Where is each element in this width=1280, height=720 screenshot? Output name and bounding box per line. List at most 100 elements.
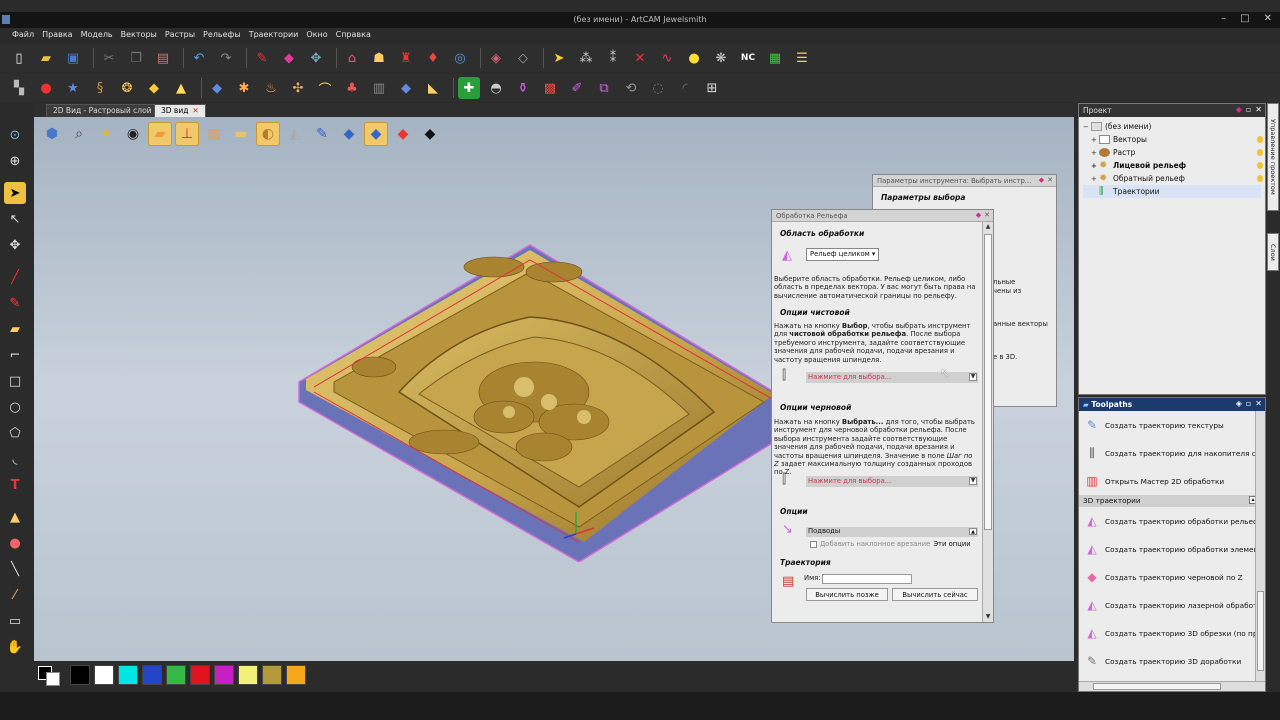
texture-icon[interactable]: ❂ [116, 77, 138, 99]
dialog-close-icon[interactable]: ✕ [984, 211, 990, 219]
save-icon[interactable]: ▣ [62, 47, 84, 69]
swatch-orange[interactable] [286, 665, 306, 685]
create-z-roughing[interactable]: ◆ Создать траекторию черновой по Z [1079, 563, 1265, 591]
tree-item-front-relief[interactable]: + ✹ Лицевой рельеф [1083, 159, 1263, 172]
axis-icon[interactable]: ⊥ [175, 122, 199, 146]
swatch-red[interactable] [190, 665, 210, 685]
close-icon[interactable]: ✕ [1264, 13, 1272, 24]
toolpaths-vertical-scrollbar[interactable] [1255, 411, 1265, 683]
nc-icon[interactable]: NC [737, 47, 759, 69]
slice-icon[interactable]: ◭ [283, 122, 307, 146]
tree-item-bitmap[interactable]: + Растр [1083, 146, 1263, 159]
visibility-bulb-icon[interactable] [1257, 149, 1263, 156]
node-edit-icon[interactable]: ➤ [548, 47, 570, 69]
eraser-icon[interactable]: ◆ [278, 47, 300, 69]
scroll-down-icon[interactable]: ▼ [984, 613, 992, 621]
material-icon[interactable]: ▬ [229, 122, 253, 146]
pin-icon[interactable]: ◆ [1236, 105, 1242, 114]
relief-blend-icon[interactable]: ❋ [710, 47, 732, 69]
zoom-icon[interactable]: ⌕ [67, 122, 91, 146]
fillet-icon[interactable]: ◜ [674, 77, 696, 99]
eye-icon[interactable]: ◉ [121, 122, 145, 146]
menu-window[interactable]: Окно [302, 28, 331, 42]
dark-plane-icon[interactable]: ◆ [418, 122, 442, 146]
arc-tool-icon[interactable]: ◟ [4, 448, 26, 470]
brush-icon[interactable]: ✐ [566, 77, 588, 99]
wrap-icon[interactable]: ♣ [341, 77, 363, 99]
pin-icon[interactable]: ◆ [976, 211, 981, 219]
edit-pencil-icon[interactable]: ✎ [251, 47, 273, 69]
swatch-green[interactable] [166, 665, 186, 685]
tree-item-vectors[interactable]: + Векторы [1083, 133, 1263, 146]
menu-model[interactable]: Модель [77, 28, 117, 42]
node-arrow-icon[interactable]: ↖ [4, 208, 26, 230]
tab-2d-view[interactable]: 2D Вид - Растровый слой [46, 104, 159, 117]
undo-icon[interactable]: ↶ [188, 47, 210, 69]
cube-view-icon[interactable]: ⬢ [40, 122, 64, 146]
eraser-tool-icon[interactable]: ▭ [4, 610, 26, 632]
snap-icon[interactable]: ⊞ [701, 77, 723, 99]
pin-icon[interactable]: ◈ [1236, 399, 1242, 408]
tab-close-icon[interactable]: ✕ [192, 106, 198, 115]
layers-icon[interactable]: ☰ [791, 47, 813, 69]
rough-tool-select[interactable]: Нажмите для выбора... ▼ [806, 476, 978, 487]
relief-dialog-scrollbar[interactable]: ▲ ▼ [982, 222, 993, 622]
select-arrow-icon[interactable]: ➤ [4, 182, 26, 204]
create-3d-rest-machining[interactable]: ✎ Создать траекторию 3D доработки [1079, 647, 1265, 675]
create-laser-machining[interactable]: ◭ Создать траекторию лазерной обработки [1079, 591, 1265, 619]
float-icon[interactable]: ▫ [1246, 399, 1251, 408]
visibility-bulb-icon[interactable] [1257, 175, 1263, 182]
shop-icon[interactable]: ⌂ [341, 47, 363, 69]
light-icon[interactable]: ✦ [94, 122, 118, 146]
menu-toolpaths[interactable]: Траектории [245, 28, 303, 42]
swatch-yellow[interactable] [238, 665, 258, 685]
sculpt-icon[interactable]: ✱ [233, 77, 255, 99]
polygon-icon[interactable]: ⬠ [4, 422, 26, 444]
create-drill-toolpath[interactable]: ⫼ Создать траекторию для накопителя свер… [1079, 439, 1265, 467]
globe-icon[interactable]: ⊕ [4, 150, 26, 172]
collapse-icon[interactable]: ▲ [969, 528, 977, 535]
merge-icon[interactable]: ⧉ [593, 77, 615, 99]
approach-bar[interactable]: Подводы ▲ [806, 527, 978, 537]
open-2d-wizard[interactable]: ▥ Открыть Мастер 2D обработки [1079, 467, 1265, 495]
polyline-icon[interactable]: ⌐ [4, 344, 26, 366]
chevron-down-icon[interactable]: ▼ [969, 373, 977, 381]
ungroup-icon[interactable]: ⁑ [602, 47, 624, 69]
side-tab-project[interactable]: Управление проектом [1267, 103, 1279, 211]
create-3d-profile-cut[interactable]: ◭ Создать траекторию 3D обрезки (по проф… [1079, 619, 1265, 647]
bowl-icon[interactable]: ◓ [485, 77, 507, 99]
scroll-up-icon[interactable]: ▲ [984, 223, 992, 231]
paint-brush-icon[interactable]: ✎ [4, 292, 26, 314]
float-icon[interactable]: ▫ [1246, 105, 1251, 114]
group-icon[interactable]: ⁂ [575, 47, 597, 69]
drop-tool-icon[interactable]: ● [4, 532, 26, 554]
toolpath-show-icon[interactable]: ▧ [202, 122, 226, 146]
add-plus-icon[interactable]: ✚ [458, 77, 480, 99]
create-feature-machining[interactable]: ◭ Создать траекторию обработки элементов [1079, 535, 1265, 563]
tree-item-root[interactable]: − (без имени) [1083, 120, 1261, 133]
visibility-bulb-icon[interactable] [1257, 162, 1263, 169]
red-plane-icon[interactable]: ◆ [391, 122, 415, 146]
section-3d-toolpaths[interactable]: 3D траектории ▴ [1079, 495, 1265, 507]
panel-close-icon[interactable]: ✕ [1255, 399, 1262, 408]
panel-close-icon[interactable]: ✕ [1255, 105, 1262, 114]
menu-file[interactable]: Файл [8, 28, 38, 42]
pen-tool-icon[interactable]: ╱ [4, 266, 26, 288]
ramp-checkbox-box[interactable] [810, 540, 817, 548]
new-file-icon[interactable]: ▯ [8, 47, 30, 69]
offset-icon[interactable]: ◆ [395, 77, 417, 99]
calculate-now-button[interactable]: Вычислить сейчас [892, 588, 978, 601]
wand-icon[interactable]: ⁄ [4, 584, 26, 606]
relief-clipart-icon[interactable]: ▚ [8, 77, 30, 99]
cone-icon[interactable]: ▲ [4, 506, 26, 528]
gallery-icon[interactable]: ☗ [368, 47, 390, 69]
ramp-checkbox[interactable]: Добавить наклонное врезание Эти опции [810, 540, 971, 548]
swatch-cyan[interactable] [118, 665, 138, 685]
rectangle-icon[interactable]: □ [4, 370, 26, 392]
grid-icon[interactable]: ▦ [764, 47, 786, 69]
visibility-bulb-icon[interactable] [1257, 136, 1263, 143]
paste-icon[interactable]: ▤ [152, 47, 174, 69]
create-texture-toolpath[interactable]: ✎ Создать траекторию текстуры [1079, 411, 1265, 439]
blue-plane-icon[interactable]: ◆ [364, 122, 388, 146]
trim-icon[interactable]: ✕ [629, 47, 651, 69]
